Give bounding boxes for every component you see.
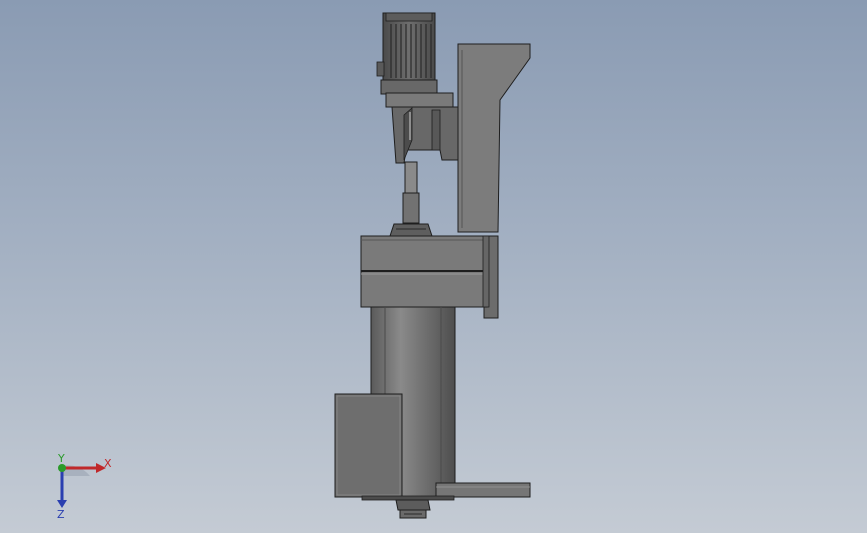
z-axis-arrowhead [57, 500, 67, 508]
graphics-viewport[interactable]: X Y Z [0, 0, 867, 533]
y-axis-label: Y [57, 452, 65, 465]
gearbox[interactable] [385, 92, 459, 164]
motor[interactable] [376, 12, 438, 95]
bearing-housing[interactable] [360, 235, 490, 308]
x-axis-label: X [104, 457, 112, 470]
side-box[interactable] [334, 393, 403, 498]
coupling-shaft[interactable] [389, 161, 433, 237]
y-axis-dot [58, 464, 66, 472]
pump-assembly-model[interactable] [0, 0, 867, 533]
base-plate[interactable] [435, 482, 531, 498]
z-axis-label: Z [57, 508, 65, 520]
impeller[interactable] [361, 495, 455, 519]
coordinate-triad-icon: X Y Z [57, 452, 112, 520]
